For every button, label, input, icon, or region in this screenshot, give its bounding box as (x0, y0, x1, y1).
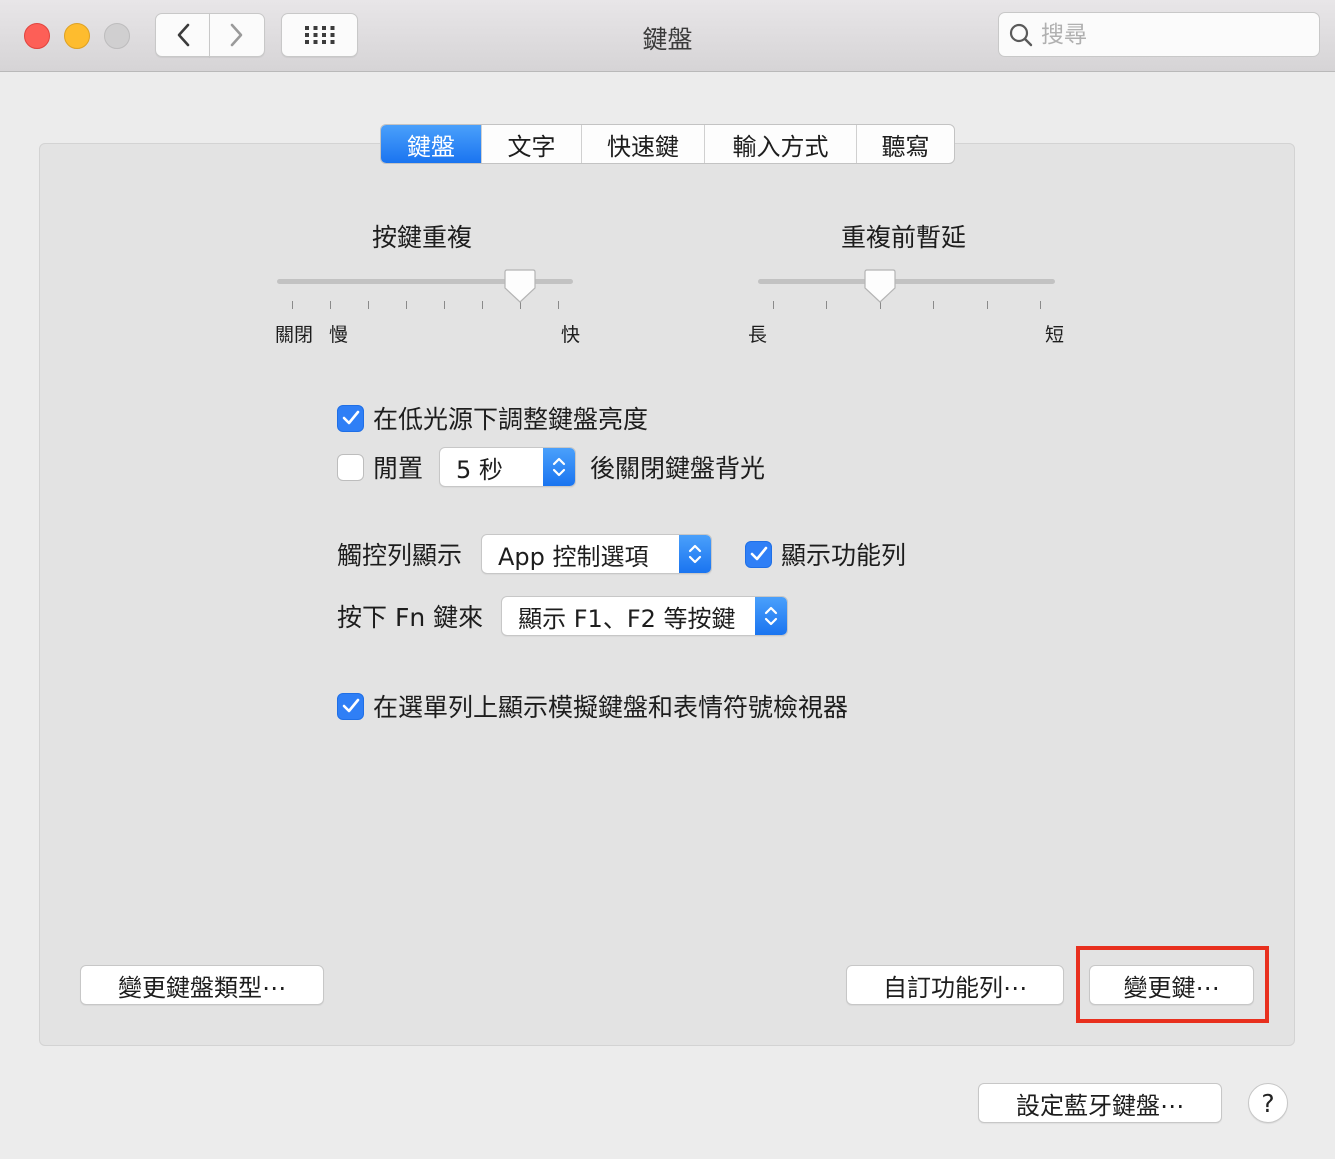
highlight-box (1076, 946, 1269, 1023)
change-keyboard-type-button[interactable]: 變更鍵盤類型⋯ (80, 965, 324, 1005)
idle-backlight-checkbox[interactable] (337, 453, 364, 481)
menu-bar-viewer-checkbox[interactable] (337, 692, 364, 720)
key-repeat-slow-label: 慢 (329, 324, 349, 346)
fn-key-label: 按下 Fn 鍵來 (337, 603, 484, 632)
title-bar: 鍵盤 (0, 0, 1335, 72)
show-control-strip-checkbox[interactable] (745, 540, 773, 568)
touchbar-label: 觸控列顯示 (337, 541, 463, 570)
delay-until-repeat-slider[interactable] (758, 279, 1055, 284)
delay-long-label: 長 (748, 324, 768, 346)
tab-text[interactable]: 文字 (481, 125, 581, 163)
updown-arrows-icon (755, 597, 788, 635)
key-repeat-tick (406, 301, 407, 309)
menu-bar-viewer-row[interactable]: 在選單列上顯示模擬鍵盤和表情符號檢視器 (337, 688, 848, 724)
idle-backlight-row: 閒置 5 秒 後關閉鍵盤背光 (337, 447, 765, 487)
touchbar-value: App 控制選項 (498, 542, 649, 571)
delay-tick (773, 301, 774, 309)
adjust-brightness-row[interactable]: 在低光源下調整鍵盤亮度 (337, 400, 648, 436)
touchbar-popup[interactable]: App 控制選項 (481, 534, 713, 574)
adjust-brightness-label: 在低光源下調整鍵盤亮度 (373, 405, 649, 434)
menu-bar-viewer-label: 在選單列上顯示模擬鍵盤和表情符號檢視器 (373, 693, 849, 722)
delay-short-label: 短 (1045, 324, 1065, 346)
delay-tick (986, 301, 988, 309)
idle-prefix-label: 閒置 (373, 454, 424, 483)
help-button[interactable]: ? (1248, 1083, 1288, 1123)
customize-control-strip-button[interactable]: 自訂功能列⋯ (846, 965, 1064, 1005)
delay-until-repeat-slider-knob[interactable] (864, 268, 896, 304)
fn-key-popup[interactable]: 顯示 F1、F2 等按鍵 (501, 596, 789, 636)
key-repeat-tick (330, 301, 331, 309)
search-field[interactable] (998, 12, 1320, 57)
search-input[interactable] (1041, 21, 1291, 48)
idle-time-popup[interactable]: 5 秒 (439, 447, 577, 487)
key-repeat-title: 按鍵重複 (372, 223, 473, 252)
key-repeat-tick (368, 301, 369, 309)
updown-arrows-icon (543, 448, 576, 486)
idle-time-value: 5 秒 (456, 455, 503, 484)
fn-key-row: 按下 Fn 鍵來 顯示 F1、F2 等按鍵 (337, 596, 789, 636)
show-control-strip-label: 顯示功能列 (781, 541, 907, 570)
adjust-brightness-checkbox[interactable] (337, 404, 364, 432)
fn-key-value: 顯示 F1、F2 等按鍵 (518, 604, 736, 633)
tab-keyboard[interactable]: 鍵盤 (381, 125, 481, 163)
tab-input-sources[interactable]: 輸入方式 (704, 125, 856, 163)
tab-shortcuts[interactable]: 快速鍵 (581, 125, 704, 163)
checkmark-icon (342, 698, 359, 713)
key-repeat-off-label: 關閉 (275, 324, 314, 346)
tab-bar: 鍵盤 文字 快速鍵 輸入方式 聽寫 (380, 124, 955, 164)
key-repeat-tick (292, 301, 293, 309)
settings-panel (39, 143, 1295, 1046)
setup-bluetooth-keyboard-button[interactable]: 設定藍牙鍵盤⋯ (978, 1083, 1222, 1123)
updown-arrows-icon (679, 535, 712, 573)
key-repeat-tick (482, 301, 483, 309)
tab-dictation[interactable]: 聽寫 (856, 125, 954, 163)
delay-until-repeat-title: 重複前暫延 (841, 223, 967, 252)
checkmark-icon (750, 546, 767, 561)
key-repeat-slider-knob[interactable] (504, 268, 536, 304)
key-repeat-fast-label: 快 (561, 324, 581, 346)
search-icon (1009, 23, 1033, 46)
delay-tick (826, 301, 828, 309)
key-repeat-tick (444, 301, 445, 309)
delay-tick (933, 301, 935, 309)
delay-tick (1040, 301, 1041, 309)
touchbar-row: 觸控列顯示 App 控制選項 顯示功能列 (337, 534, 906, 574)
idle-suffix-label: 後關閉鍵盤背光 (590, 454, 766, 483)
key-repeat-tick (558, 301, 559, 309)
checkmark-icon (342, 410, 359, 425)
